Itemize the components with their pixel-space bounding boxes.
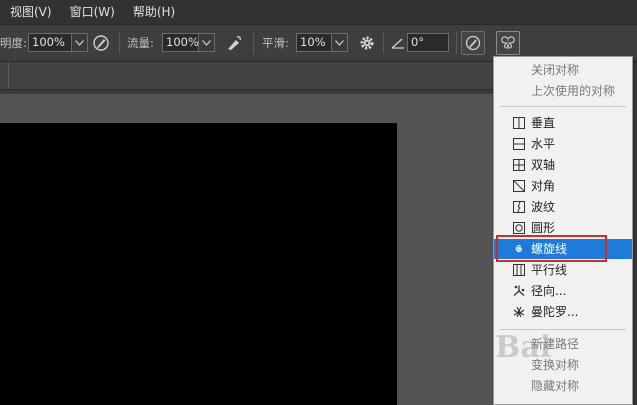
vertical-icon <box>513 117 525 129</box>
menu-item-diagonal[interactable]: 对角 <box>494 176 632 196</box>
watermark: Bai <box>495 330 552 365</box>
flow-input[interactable]: 100% <box>162 33 199 52</box>
pen-pressure-size-icon[interactable] <box>461 31 485 55</box>
menu-window[interactable]: 窗口(W) <box>61 0 124 24</box>
chevron-down-icon <box>202 39 211 46</box>
circle-icon <box>513 222 525 234</box>
separator <box>119 32 120 54</box>
opacity-label: 明度: <box>0 36 27 50</box>
menu-item-mandala[interactable]: 曼陀罗... <box>494 302 632 322</box>
smooth-input[interactable]: 10% <box>296 33 332 52</box>
menu-bar: 视图(V) 窗口(W) 帮助(H) <box>0 0 637 24</box>
parallel-lines-icon <box>513 264 525 276</box>
diagonal-icon <box>513 180 525 192</box>
tab-edge <box>0 62 9 89</box>
smooth-label: 平滑: <box>262 36 289 50</box>
menu-item-symmetry-off[interactable]: 关闭对称 <box>494 60 632 80</box>
menu-view[interactable]: 视图(V) <box>0 0 61 24</box>
opacity-dropdown[interactable] <box>72 33 88 52</box>
menu-help[interactable]: 帮助(H) <box>124 0 184 24</box>
horizontal-icon <box>513 138 525 150</box>
chevron-down-icon <box>335 39 344 46</box>
menu-item-parallel-lines[interactable]: 平行线 <box>494 260 632 280</box>
airbrush-icon[interactable] <box>224 33 244 53</box>
flow-dropdown[interactable] <box>199 33 215 52</box>
document-canvas[interactable] <box>0 123 397 405</box>
separator <box>253 32 254 54</box>
separator <box>456 32 457 54</box>
radial-icon <box>513 285 525 296</box>
menu-item-vertical[interactable]: 垂直 <box>494 113 632 133</box>
pen-pressure-icon[interactable] <box>91 33 111 53</box>
dual-axis-icon <box>513 159 525 171</box>
menu-item-horizontal[interactable]: 水平 <box>494 134 632 154</box>
menu-item-last-used[interactable]: 上次使用的对称 <box>494 81 632 101</box>
menu-divider <box>500 106 626 107</box>
smooth-dropdown[interactable] <box>332 33 348 52</box>
angle-icon <box>388 33 408 53</box>
butterfly-symmetry-icon[interactable] <box>496 31 520 55</box>
highlight-annotation <box>496 235 607 262</box>
wavy-icon <box>513 201 525 213</box>
menu-item-dual-axis[interactable]: 双轴 <box>494 155 632 175</box>
separator <box>383 32 384 54</box>
menu-item-radial[interactable]: 径向... <box>494 281 632 301</box>
flow-label: 流量: <box>127 36 154 50</box>
chevron-down-icon <box>75 39 84 46</box>
opacity-input[interactable]: 100% <box>28 33 72 52</box>
menu-item-wavy[interactable]: 波纹 <box>494 197 632 217</box>
angle-input[interactable]: 0° <box>407 33 449 52</box>
gear-icon[interactable] <box>357 33 377 53</box>
mandala-icon <box>513 306 525 318</box>
